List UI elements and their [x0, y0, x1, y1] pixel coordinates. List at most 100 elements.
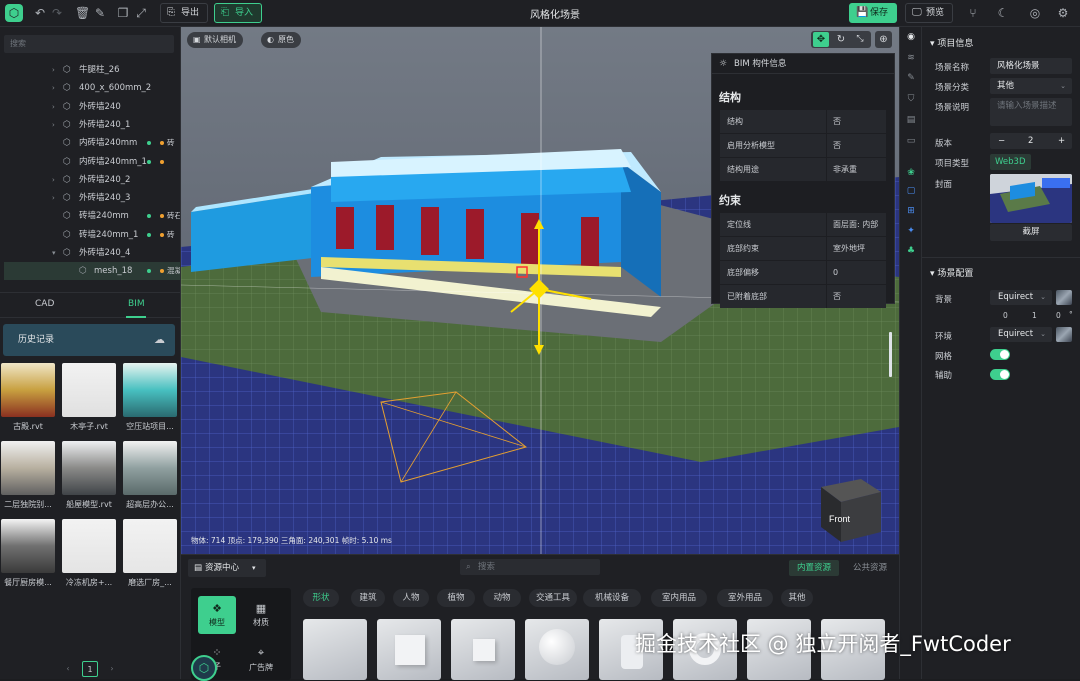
builtin-resources-tab[interactable]: 内置资源 — [789, 560, 839, 576]
grid-icon[interactable]: ⊞ — [905, 205, 917, 217]
category-chip[interactable]: 动物 — [483, 589, 521, 607]
environment-select[interactable]: Equirect ⌄ — [990, 327, 1052, 342]
chevron-right-icon[interactable]: › — [52, 98, 55, 116]
tab-bim[interactable]: BIM — [128, 299, 145, 309]
chevron-down-icon[interactable]: ▾ — [52, 244, 56, 262]
asset-thumbnail[interactable] — [62, 519, 116, 573]
category-chip[interactable]: 人物 — [393, 589, 429, 607]
resource-center-select[interactable]: ▤ 资源中心 ▾ — [188, 559, 266, 577]
asset-thumbnail[interactable] — [123, 441, 177, 495]
export-button[interactable]: ⎘ 导出 — [160, 3, 209, 23]
asset-card[interactable]: 船屋模型.rvt — [62, 441, 116, 510]
fullscreen-icon[interactable]: ⤢ — [134, 6, 148, 20]
chevron-right-icon[interactable]: › — [52, 79, 55, 97]
asset-thumbnail[interactable] — [62, 441, 116, 495]
tree-item[interactable]: ▾ ⬡ 外砖墙240_4 — [0, 244, 180, 262]
rotation-y-value[interactable]: 1 — [1032, 311, 1037, 320]
tree-icon[interactable]: ⑂ — [966, 6, 980, 20]
delete-icon[interactable]: 🗑 — [75, 6, 90, 20]
scene-description-field[interactable]: 请输入场景描述 — [990, 98, 1072, 126]
shape-thumb[interactable] — [377, 619, 441, 680]
chevron-right-icon[interactable]: › — [52, 61, 55, 79]
cloud-upload-icon[interactable]: ☁ — [154, 324, 165, 356]
background-thumbnail[interactable] — [1056, 290, 1072, 305]
palette-icon[interactable]: ◎ — [1028, 6, 1042, 20]
public-resources-tab[interactable]: 公共资源 — [845, 560, 895, 576]
shield-icon[interactable]: ⛉ — [905, 93, 917, 105]
tree-item[interactable]: ⬡ 内砖墙240mm_1 — [0, 153, 180, 171]
wrench-icon[interactable]: ✎ — [905, 72, 917, 84]
scene-name-field[interactable]: 风格化场景 — [990, 58, 1072, 74]
gear-icon[interactable]: ⚙ — [1056, 6, 1070, 20]
undo-icon[interactable]: ↶ — [33, 6, 47, 20]
project-info-header[interactable]: ▾ 项目信息 — [930, 36, 973, 49]
redo-icon[interactable]: ↷ — [50, 6, 64, 20]
tree-item[interactable]: ⬡ 砖墙240mm_1 砖 — [0, 226, 180, 244]
history-button[interactable]: 历史记录 ☁ — [3, 324, 175, 356]
save-button[interactable]: 💾 保存 — [849, 3, 898, 23]
next-page-button[interactable]: › — [104, 661, 120, 677]
rotation-x-value[interactable]: 0 — [1003, 311, 1008, 320]
category-chip[interactable]: 其他 — [781, 589, 813, 607]
category-chip[interactable]: 交通工具 — [529, 589, 577, 607]
decrement-button[interactable]: − — [998, 133, 1005, 149]
shape-thumb[interactable] — [303, 619, 367, 680]
scene-category-select[interactable]: 其他 ⌄ — [990, 78, 1072, 94]
scene-config-header[interactable]: ▾ 场景配置 — [930, 266, 973, 279]
preview-button[interactable]: 🖵 预览 — [905, 3, 954, 23]
tree-item[interactable]: ⬡ 内砖墙240mm 砖 — [0, 134, 180, 152]
asset-thumbnail[interactable] — [1, 363, 55, 417]
increment-button[interactable]: + — [1058, 133, 1065, 149]
asset-thumbnail[interactable] — [123, 519, 177, 573]
scale-icon[interactable]: ⤡ — [852, 32, 868, 47]
category-chip[interactable]: 建筑 — [351, 589, 385, 607]
category-chip[interactable]: 室内用品 — [651, 589, 707, 607]
box-icon[interactable]: ▢ — [905, 185, 917, 197]
prev-page-button[interactable]: ‹ — [60, 661, 76, 677]
copy-icon[interactable]: ❐ — [116, 6, 130, 20]
tree-item[interactable]: › ⬡ 外砖墙240_1 — [0, 116, 180, 134]
category-model[interactable]: ❖ 模型 — [198, 596, 236, 634]
asset-card[interactable]: 二层独院别... — [1, 441, 55, 510]
nav-cube-label[interactable]: Front — [829, 514, 851, 524]
grid-toggle[interactable] — [990, 349, 1010, 360]
asset-card[interactable]: 超高层办公... — [123, 441, 177, 510]
capture-button[interactable]: 截屏 — [990, 224, 1072, 241]
search-input[interactable]: 搜索 — [4, 35, 174, 53]
asset-card[interactable]: 空压站项目... — [123, 363, 177, 432]
helper-toggle[interactable] — [990, 369, 1010, 380]
shape-thumb[interactable] — [451, 619, 515, 680]
tool-icon[interactable]: ✦ — [905, 225, 917, 237]
version-stepper[interactable]: − 2 + — [990, 133, 1072, 149]
asset-thumbnail[interactable] — [62, 363, 116, 417]
original-color-button[interactable]: ◐ 原色 — [261, 32, 301, 48]
tree-item[interactable]: › ⬡ 牛腿柱_26 — [0, 61, 180, 79]
rotate-icon[interactable]: ↻ — [833, 32, 849, 47]
category-billboard[interactable]: ⌖ 广告牌 — [242, 640, 280, 678]
globe-icon[interactable]: ⊕ — [875, 31, 892, 48]
asset-card[interactable]: 冷冻机房+... — [62, 519, 116, 588]
brush-icon[interactable]: ✎ — [93, 6, 107, 20]
tree-item[interactable]: ⬡ mesh_18 混凝 — [4, 262, 180, 281]
tree-item[interactable]: › ⬡ 外砖墙240 — [0, 98, 180, 116]
category-material[interactable]: ▦ 材质 — [242, 596, 280, 634]
background-select[interactable]: Equirect ⌄ — [990, 290, 1052, 305]
tree-item[interactable]: ⬡ 砖墙240mm 砖石 — [0, 207, 180, 225]
image-icon[interactable]: ▭ — [905, 135, 917, 147]
asset-thumbnail[interactable] — [123, 363, 177, 417]
rotation-z-value[interactable]: 0 — [1056, 311, 1061, 320]
move-icon[interactable]: ✥ — [813, 32, 829, 47]
default-camera-button[interactable]: ▣ 默认相机 — [187, 32, 243, 48]
tree-item[interactable]: › ⬡ 外砖墙240_2 — [0, 171, 180, 189]
moon-icon[interactable]: ☾ — [996, 6, 1010, 20]
category-chip[interactable]: 植物 — [437, 589, 475, 607]
chevron-right-icon[interactable]: › — [52, 116, 55, 134]
shape-thumb[interactable] — [525, 619, 589, 680]
asset-card[interactable]: 古殿.rvt — [1, 363, 55, 432]
globe-settings-icon[interactable]: ◉ — [905, 31, 917, 43]
asset-card[interactable]: 木亭子.rvt — [62, 363, 116, 432]
page-number-button[interactable]: 1 — [82, 661, 98, 677]
asset-card[interactable]: 餐厅厨房模... — [1, 519, 55, 588]
asset-thumbnail[interactable] — [1, 519, 55, 573]
tree-item[interactable]: › ⬡ 外砖墙240_3 — [0, 189, 180, 207]
